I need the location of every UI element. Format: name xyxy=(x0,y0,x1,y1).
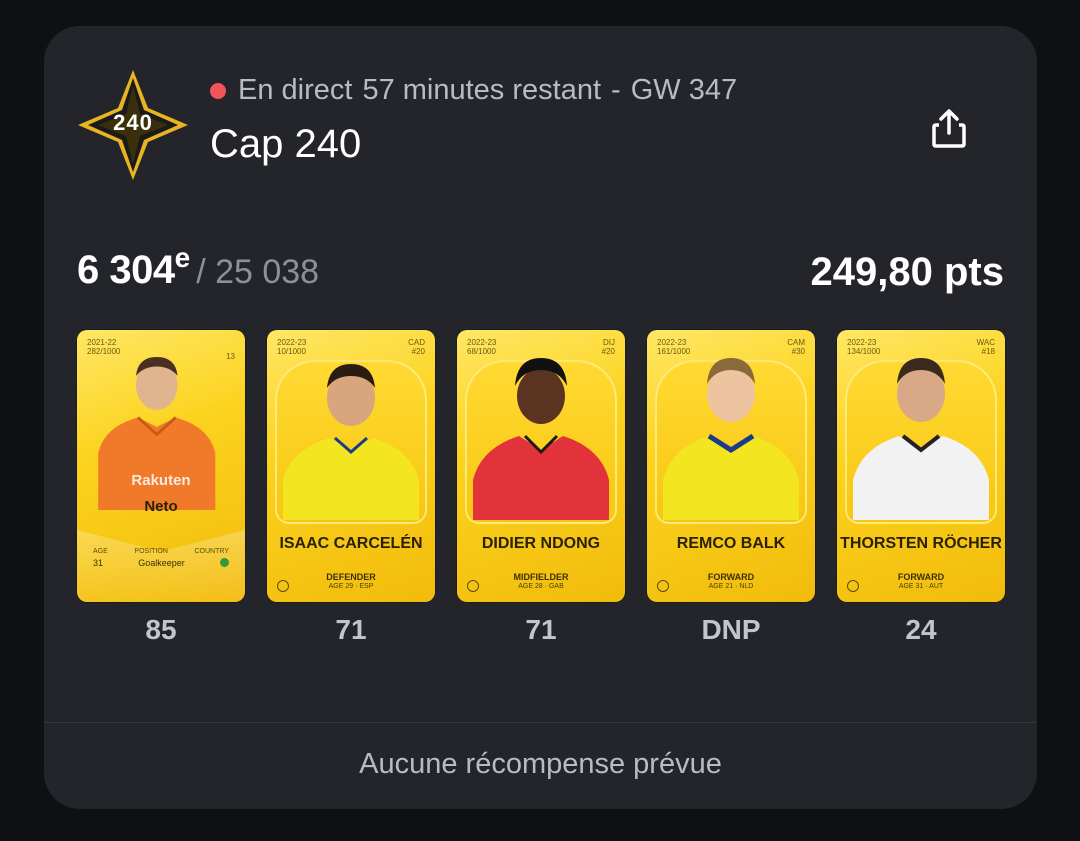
player-card-carcelen[interactable]: 2022-23 10/1000 CAD #20 ISAAC CARCELÉN DEF… xyxy=(267,330,435,602)
footer-divider xyxy=(44,722,1037,723)
player-age-nation: AGE 28 · GAB xyxy=(518,583,564,590)
player-score: 24 xyxy=(905,614,937,645)
card-values: 31 Goalkeeper xyxy=(77,558,245,568)
player-photo xyxy=(473,358,609,520)
player-name: REMCO BALK xyxy=(676,535,786,552)
badge-label: 240 xyxy=(113,110,153,135)
lineup-card: 240 En direct 57 minutes restant - GW 34… xyxy=(44,26,1037,809)
football-icon xyxy=(657,580,669,592)
player-card-balk[interactable]: 2022-23 161/1000 CAM #30 REMCO BALK FORWAR… xyxy=(647,330,815,602)
player-name: Neto xyxy=(144,498,178,515)
player-position: MIDFIELDER xyxy=(513,572,569,582)
player-score: 85 xyxy=(145,614,177,645)
player-position: FORWARD xyxy=(707,572,755,582)
rank-total: / 25 038 xyxy=(196,253,320,291)
player-photo xyxy=(853,358,989,520)
country-flag-icon xyxy=(219,558,229,567)
card-labels: AGE POSITION COUNTRY xyxy=(93,548,229,555)
player-photo xyxy=(283,364,419,520)
football-icon xyxy=(467,580,479,592)
share-icon xyxy=(932,109,966,148)
football-icon xyxy=(847,580,859,592)
player-cards: 2021-22 282/1000 13 Rakuten Neto AGE POSIT… xyxy=(77,330,1005,602)
player-position: DEFENDER xyxy=(326,572,376,582)
player-age-nation: AGE 31 · AUT xyxy=(898,583,944,590)
cap-badge: 240 xyxy=(78,70,188,180)
player-card-rocher[interactable]: 2022-23 134/1000 WAC #18 THORSTEN RÖCHER F… xyxy=(837,330,1005,602)
rank-suffix: e xyxy=(174,242,191,273)
rank-value: 6 304 xyxy=(77,248,175,292)
total-points: 249,80 pts xyxy=(810,250,1004,294)
live-status: En direct 57 minutes restant - GW 347 xyxy=(210,74,737,107)
sponsor-text: Rakuten xyxy=(131,472,191,489)
share-button[interactable] xyxy=(924,104,974,154)
competition-title: Cap 240 xyxy=(210,122,362,166)
status-separator: - xyxy=(611,74,621,106)
player-name: DIDIER NDONG xyxy=(481,535,601,552)
player-score: 71 xyxy=(525,614,557,645)
live-label: En direct xyxy=(238,74,353,106)
player-card-neto[interactable]: 2021-22 282/1000 13 Rakuten Neto AGE POSIT… xyxy=(77,330,245,602)
football-icon xyxy=(277,580,289,592)
player-age-nation: AGE 29 · ESP xyxy=(328,583,374,590)
player-photo xyxy=(663,358,799,520)
player-age-nation: AGE 21 · NLD xyxy=(708,583,754,590)
rewards-status: Aucune récompense prévue xyxy=(359,748,722,780)
player-score: 71 xyxy=(335,614,367,645)
rank-display: 6 304 e / 25 038 xyxy=(77,242,320,293)
player-position: FORWARD xyxy=(897,572,945,582)
live-indicator-icon xyxy=(210,82,226,99)
player-name: THORSTEN RÖCHER xyxy=(840,535,1002,552)
player-card-ndong[interactable]: 2022-23 68/1000 DIJ #20 DIDIER NDONG MIDFI… xyxy=(457,330,625,602)
gameweek-label: GW 347 xyxy=(630,74,738,106)
player-score: DNP xyxy=(701,614,761,645)
player-name: ISAAC CARCELÉN xyxy=(279,535,423,552)
time-remaining: 57 minutes restant xyxy=(362,74,602,106)
